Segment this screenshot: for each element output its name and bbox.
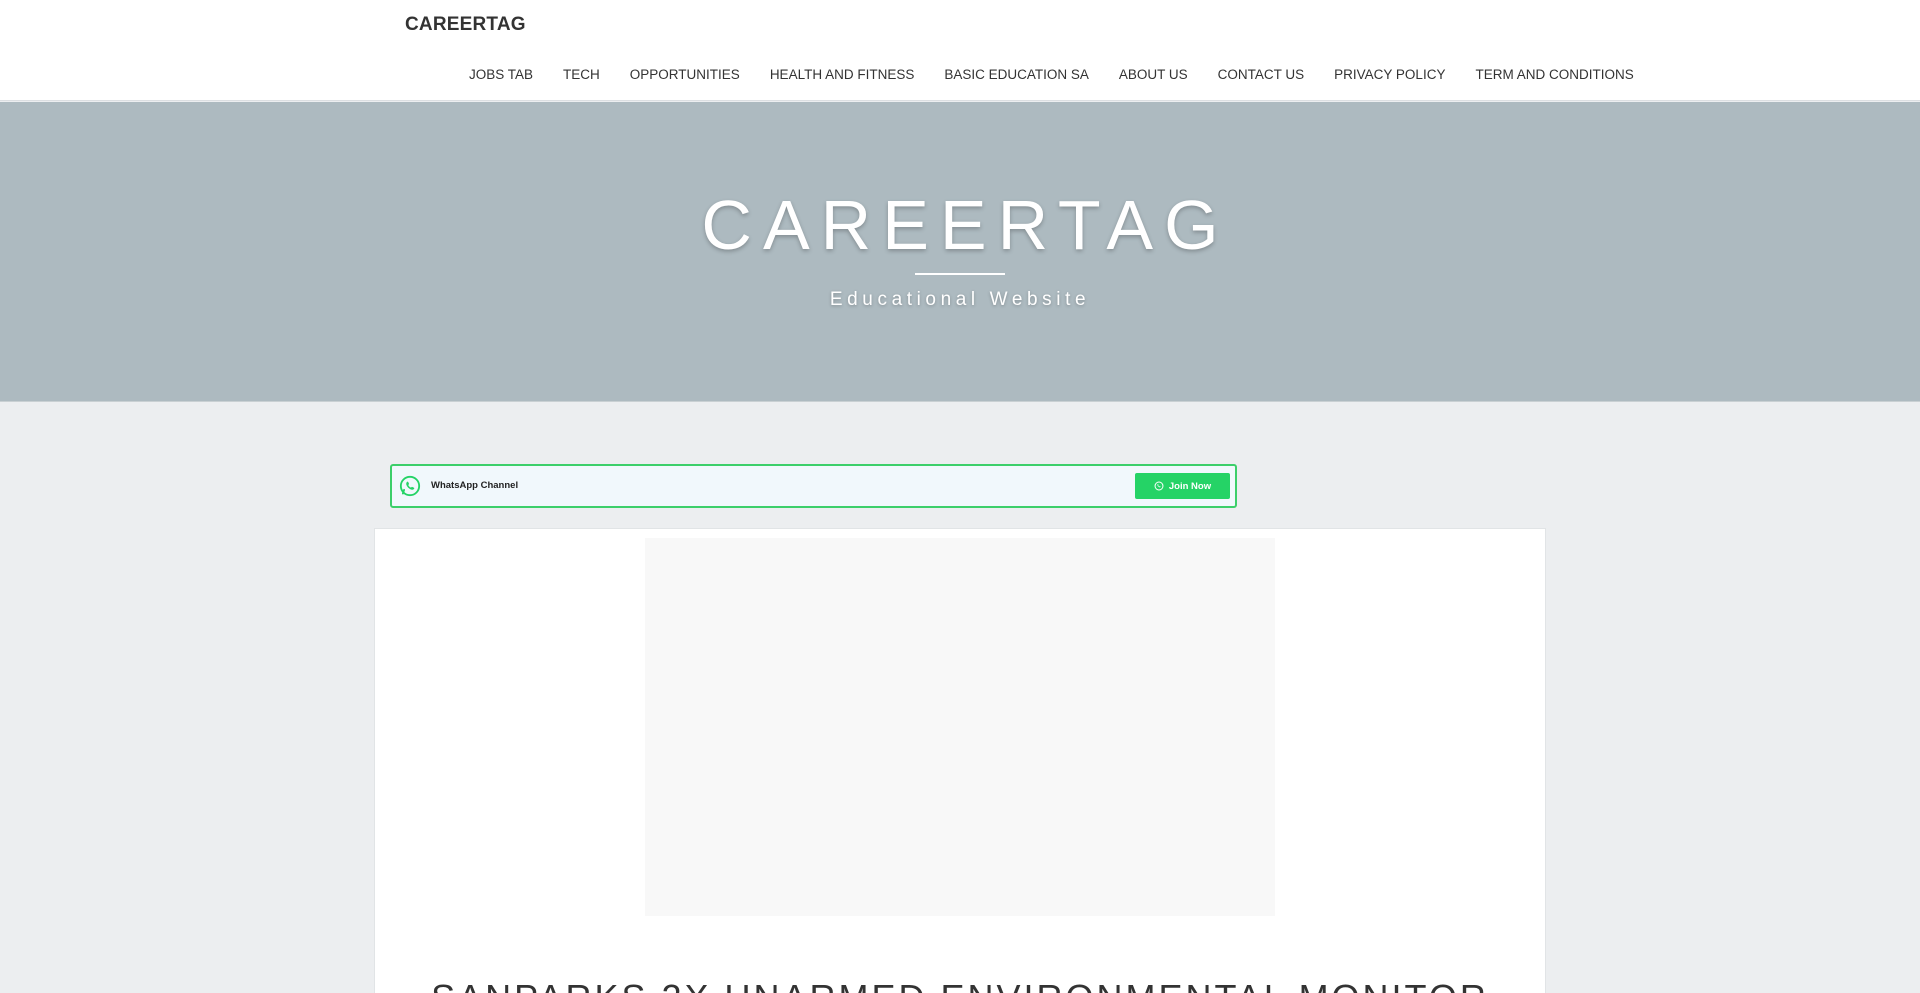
ad-placeholder [645, 538, 1275, 916]
hero-title: CAREERTAG [701, 186, 1230, 264]
hero-banner: CAREERTAG Educational Website [0, 102, 1920, 402]
nav-item-jobs-tab: JOBS TAB [469, 66, 548, 84]
whatsapp-small-icon [1154, 481, 1164, 491]
join-now-button[interactable]: Join Now [1135, 473, 1230, 499]
nav-item-terms: TERM AND CONDITIONS [1460, 66, 1648, 84]
nav-item-basic-education-sa: BASIC EDUCATION SA [929, 66, 1104, 84]
nav-link-jobs-tab[interactable]: JOBS TAB [469, 66, 548, 84]
nav-link-contact-us[interactable]: CONTACT US [1203, 66, 1320, 84]
nav-item-health-and-fitness: HEALTH AND FITNESS [755, 66, 930, 84]
post-title: SANPARKS 2X UNARMED ENVIRONMENTAL MONITO… [375, 977, 1545, 993]
nav-link-basic-education-sa[interactable]: BASIC EDUCATION SA [929, 66, 1104, 84]
hero-divider [915, 273, 1005, 275]
nav-link-terms[interactable]: TERM AND CONDITIONS [1460, 66, 1648, 84]
hero-subtitle: Educational Website [829, 289, 1091, 310]
nav-item-privacy-policy: PRIVACY POLICY [1319, 66, 1460, 84]
main-nav: JOBS TAB TECH OPPORTUNITIES HEALTH AND F… [469, 66, 1649, 84]
site-header: CAREERTAG JOBS TAB TECH OPPORTUNITIES HE… [0, 0, 1920, 101]
site-brand-link[interactable]: CAREERTAG [405, 14, 526, 36]
whatsapp-channel-label: WhatsApp Channel [431, 480, 519, 491]
nav-item-contact-us: CONTACT US [1203, 66, 1320, 84]
nav-link-about-us[interactable]: ABOUT US [1104, 66, 1203, 84]
whatsapp-icon [399, 475, 421, 497]
join-now-label: Join Now [1168, 480, 1212, 492]
nav-item-about-us: ABOUT US [1104, 66, 1203, 84]
whatsapp-channel-banner: WhatsApp Channel Join Now [390, 464, 1237, 508]
nav-link-health-and-fitness[interactable]: HEALTH AND FITNESS [755, 66, 930, 84]
nav-link-opportunities[interactable]: OPPORTUNITIES [615, 66, 755, 84]
nav-link-privacy-policy[interactable]: PRIVACY POLICY [1319, 66, 1460, 84]
post-content-card: SANPARKS 2X UNARMED ENVIRONMENTAL MONITO… [374, 528, 1546, 993]
nav-item-tech: TECH [548, 66, 615, 84]
nav-link-tech[interactable]: TECH [548, 66, 615, 84]
nav-item-opportunities: OPPORTUNITIES [615, 66, 755, 84]
